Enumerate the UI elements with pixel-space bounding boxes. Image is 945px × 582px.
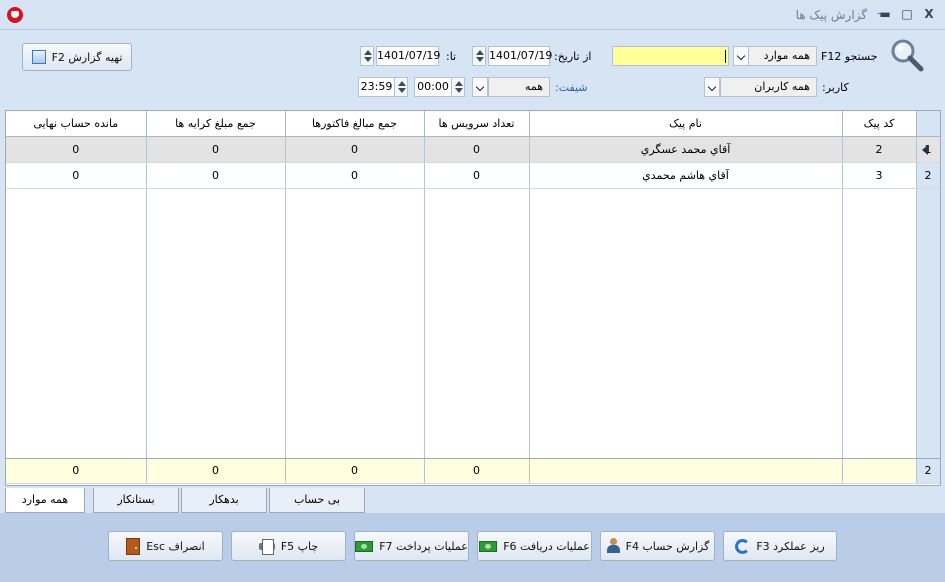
- search-scope-select[interactable]: همه موارد: [748, 46, 817, 66]
- money-icon: [355, 540, 374, 552]
- user-label: کاربر:: [822, 81, 849, 94]
- search-input[interactable]: [612, 46, 729, 66]
- search-icon[interactable]: [889, 37, 925, 73]
- empty-cell: [842, 188, 917, 459]
- to-time-field[interactable]: 23:59: [358, 77, 395, 97]
- window-title: گزارش پیک ها: [795, 8, 867, 22]
- filter-tabs: همه موارد بستانکار بدهکار بی حساب: [5, 488, 941, 513]
- search-label: جستجو F12: [821, 50, 878, 63]
- exit-door-icon: [126, 537, 141, 555]
- maximize-button[interactable]: □: [899, 6, 915, 22]
- user-icon: [606, 538, 620, 554]
- tab-creditor[interactable]: بستانکار: [93, 488, 179, 513]
- row-number[interactable]: 2: [916, 162, 940, 189]
- cell-code[interactable]: 3: [842, 162, 917, 189]
- cancel-button[interactable]: انصراف Esc: [108, 531, 223, 561]
- cell-fares[interactable]: 0: [146, 162, 286, 189]
- details-label: ریز عملکرد F3: [756, 539, 825, 553]
- table-row[interactable]: 1 2 آقاي محمد عسگري 0 0 0 0: [6, 136, 940, 163]
- cell-balance[interactable]: 0: [6, 136, 147, 163]
- money-icon: [479, 540, 498, 552]
- totals-cell-fares: 0: [146, 458, 286, 484]
- to-date-field[interactable]: 1401/07/19: [376, 46, 440, 66]
- empty-cell: [424, 188, 530, 459]
- filter-panel: تهیه گزارش F2 از تاریخ: 1401/07/19 تا: 1…: [0, 31, 945, 106]
- totals-cell-name: [529, 458, 843, 484]
- from-date-label: از تاریخ:: [554, 50, 592, 63]
- account-report-label: گزارش حساب F4: [625, 539, 710, 553]
- title-bar: گزارش پیک ها – ▬ □ X: [0, 0, 945, 30]
- print-button[interactable]: چاپ F5: [231, 531, 346, 561]
- cell-services[interactable]: 0: [424, 136, 530, 163]
- app-logo-icon[interactable]: [7, 7, 23, 23]
- empty-grid-area: [6, 188, 940, 459]
- cell-invoices[interactable]: 0: [285, 136, 425, 163]
- cell-services[interactable]: 0: [424, 162, 530, 189]
- close-button[interactable]: X: [921, 6, 937, 22]
- to-date-label: تا:: [446, 50, 457, 63]
- empty-cell: [146, 188, 286, 459]
- totals-row: 2 0 0 0 0: [6, 458, 940, 484]
- cell-fares[interactable]: 0: [146, 136, 286, 163]
- refresh-icon: [735, 538, 751, 554]
- receipts-button[interactable]: عملیات دریافت F6: [477, 531, 592, 561]
- tab-settled[interactable]: بی حساب: [269, 488, 365, 513]
- tab-debtor[interactable]: بدهکار: [181, 488, 267, 513]
- column-header-code[interactable]: کد پیک: [842, 111, 917, 137]
- account-report-button[interactable]: گزارش حساب F4: [600, 531, 715, 561]
- shift-label: شیفت:: [555, 81, 588, 94]
- cell-code[interactable]: 2: [842, 136, 917, 163]
- action-bar: ریز عملکرد F3 گزارش حساب F4 عملیات دریاف…: [0, 513, 945, 582]
- column-header-name[interactable]: نام پیک: [529, 111, 843, 137]
- column-header-balance[interactable]: مانده حساب نهایی: [6, 111, 147, 137]
- cell-balance[interactable]: 0: [6, 162, 147, 189]
- totals-cell-services: 0: [424, 458, 530, 484]
- totals-cell-invoices: 0: [285, 458, 425, 484]
- from-date-field[interactable]: 1401/07/19: [488, 46, 552, 66]
- grid-header: کد پیک نام پیک تعداد سرویس ها جمع مبالغ …: [6, 111, 940, 137]
- row-number[interactable]: 1: [916, 136, 940, 163]
- totals-cell-code: [842, 458, 917, 484]
- cancel-label: انصراف Esc: [146, 539, 205, 553]
- from-date-spinner[interactable]: [472, 46, 486, 66]
- details-button[interactable]: ریز عملکرد F3: [723, 531, 837, 561]
- prepare-report-button[interactable]: تهیه گزارش F2: [22, 43, 132, 71]
- user-select[interactable]: همه کاربران: [720, 77, 817, 97]
- print-label: چاپ F5: [280, 539, 319, 553]
- empty-cell: [285, 188, 425, 459]
- receipts-label: عملیات دریافت F6: [503, 539, 590, 553]
- table-row[interactable]: 2 3 آقاي هاشم محمدي 0 0 0 0: [6, 162, 940, 189]
- from-time-spinner[interactable]: [451, 77, 465, 97]
- to-time-spinner[interactable]: [394, 77, 408, 97]
- payments-button[interactable]: عملیات پرداخت F7: [354, 531, 469, 561]
- to-date-spinner[interactable]: [360, 46, 374, 66]
- search-scope-dropdown-icon[interactable]: [733, 46, 749, 66]
- column-header-invoices[interactable]: جمع مبالغ فاکتورها: [285, 111, 425, 137]
- cell-name[interactable]: آقاي محمد عسگري: [529, 136, 843, 163]
- payments-label: عملیات پرداخت F7: [379, 539, 468, 553]
- prepare-report-label: تهیه گزارش F2: [51, 50, 123, 64]
- from-time-field[interactable]: 00:00: [414, 77, 452, 97]
- report-grid[interactable]: کد پیک نام پیک تعداد سرویس ها جمع مبالغ …: [5, 110, 941, 486]
- row-number-empty: [916, 188, 940, 459]
- printer-icon: [258, 539, 275, 555]
- row-number-header: [916, 111, 940, 137]
- report-icon: [31, 50, 46, 64]
- row-selector-icon: [921, 144, 928, 155]
- tab-all[interactable]: همه موارد: [5, 488, 85, 513]
- shift-select[interactable]: همه: [488, 77, 550, 97]
- column-header-fares[interactable]: جمع مبلغ کرایه ها: [146, 111, 286, 137]
- column-header-services[interactable]: تعداد سرویس ها: [424, 111, 530, 137]
- cell-name[interactable]: آقاي هاشم محمدي: [529, 162, 843, 189]
- empty-cell: [6, 188, 147, 459]
- empty-cell: [529, 188, 843, 459]
- shift-dropdown-icon[interactable]: [472, 77, 488, 97]
- minimize-button[interactable]: ▬: [877, 6, 893, 22]
- totals-cell-balance: 0: [6, 458, 147, 484]
- user-dropdown-icon[interactable]: [704, 77, 720, 97]
- cell-invoices[interactable]: 0: [285, 162, 425, 189]
- totals-row-count: 2: [916, 458, 940, 484]
